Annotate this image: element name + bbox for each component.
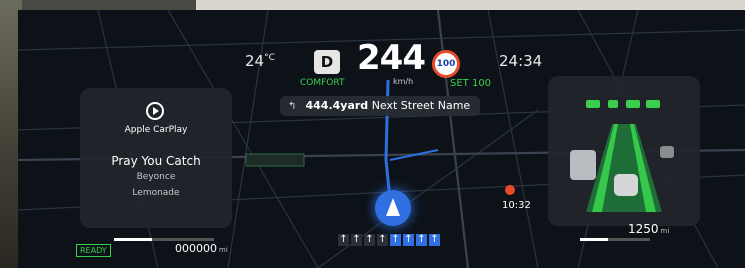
adas-status-icons <box>586 100 660 108</box>
lane-arrow-icon: ↑ <box>416 234 427 246</box>
trip-progress-bar <box>114 238 214 241</box>
lane-arrow-icon: ↑ <box>351 234 362 246</box>
outside-temperature: 24°C <box>245 52 275 70</box>
odometer-unit: mi <box>219 246 228 254</box>
temperature-value: 24 <box>245 52 265 70</box>
carplay-play-icon <box>146 102 164 120</box>
background-top-left <box>0 0 196 10</box>
clock: 24:34 <box>499 52 543 70</box>
range-value: 1250 <box>628 222 659 236</box>
adas-panel <box>548 76 700 226</box>
media-panel[interactable]: Apple CarPlay Pray You Catch Beyonce Lem… <box>80 88 232 228</box>
turn-distance: 444.4yard <box>305 99 369 112</box>
drive-mode: COMFORT <box>300 78 345 88</box>
poi-arrival-time: 10:32 <box>502 200 531 211</box>
range-unit: mi <box>660 227 670 235</box>
lane-arrow-icon: ↑ <box>338 234 349 246</box>
lane-arrow-icon: ↑ <box>364 234 375 246</box>
odometer: 000000 mi <box>175 242 228 255</box>
lane-arrow-icon: ↑ <box>377 234 388 246</box>
lane-arrow-icon: ↑ <box>390 234 401 246</box>
song-title: Pray You Catch <box>111 154 201 168</box>
media-source: Apple CarPlay <box>124 125 188 135</box>
fuel-level-bar <box>580 238 650 241</box>
instrument-cluster-screen: 24°C D COMFORT 244 km/h 100 SET 100 24:3… <box>18 10 745 268</box>
artist-name: Beyonce <box>136 172 176 182</box>
speed-unit: km/h <box>393 77 414 86</box>
odometer-value: 000000 <box>175 242 217 255</box>
ready-indicator: READY <box>76 244 111 257</box>
cruise-set-speed: SET 100 <box>450 78 492 89</box>
speedometer: 244 <box>357 38 426 78</box>
album-name: Lemonade <box>132 188 180 198</box>
speed-limit-sign: 100 <box>432 50 460 78</box>
lane-arrow-icon: ↑ <box>403 234 414 246</box>
turn-left-arrow-icon: ↰ <box>288 101 297 112</box>
lane-arrow-icon: ↑ <box>429 234 440 246</box>
gear-indicator: D <box>314 50 340 74</box>
range-readout: 1250 mi <box>628 222 669 236</box>
temperature-unit: °C <box>264 53 275 63</box>
vehicle-position-icon <box>375 190 411 226</box>
next-street-name: Next Street Name <box>371 99 471 112</box>
lane-guidance: ↑ ↑ ↑ ↑ ↑ ↑ ↑ ↑ <box>338 227 458 246</box>
turn-instruction[interactable]: ↰ 444.4yard Next Street Name <box>280 96 480 116</box>
lane-assist-view <box>570 124 674 212</box>
